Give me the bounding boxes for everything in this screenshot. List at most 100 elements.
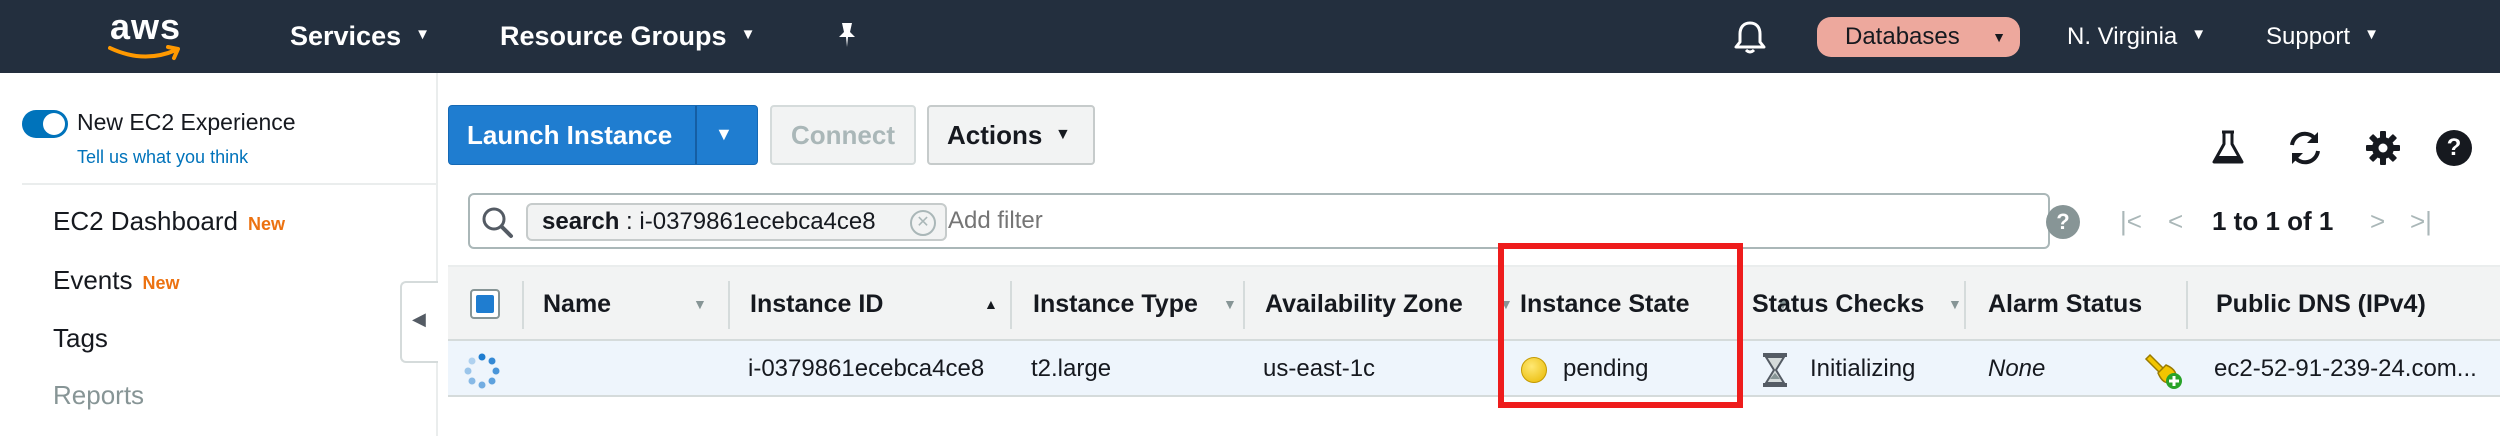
column-header-label: Name: [543, 290, 612, 318]
sidebar-item-label: Events: [53, 265, 133, 295]
new-badge: New: [142, 273, 180, 293]
actions-button[interactable]: Actions ▼: [927, 105, 1095, 165]
column-header-alarm-status[interactable]: Alarm Status: [1988, 267, 2188, 341]
launch-instance-button[interactable]: Launch Instance ▼: [448, 105, 758, 165]
search-filter-bar[interactable]: search : i-0379861ecebca4ce8 ✕: [468, 193, 2050, 249]
loading-spinner-icon: [464, 353, 500, 389]
next-page-icon[interactable]: >: [2370, 193, 2385, 249]
filter-token-key: search: [542, 208, 620, 235]
column-header-label: Instance ID: [750, 290, 884, 318]
cell-public-dns[interactable]: ec2-52-91-239-24.com...: [2214, 341, 2477, 397]
sort-icon: ▼: [1948, 296, 1962, 312]
databases-pill[interactable]: Databases ▼: [1817, 17, 2020, 57]
sidebar-item-tags[interactable]: Tags: [53, 323, 108, 354]
chevron-down-icon: ▼: [740, 26, 756, 44]
chevron-down-icon: ▼: [415, 26, 430, 44]
previous-page-icon[interactable]: <: [2168, 193, 2183, 249]
sidebar-item-events[interactable]: Events New: [53, 265, 180, 296]
column-header-instance-id[interactable]: Instance ID ▲: [750, 267, 1020, 341]
feedback-link[interactable]: Tell us what you think: [77, 147, 248, 168]
flask-icon[interactable]: [2208, 128, 2248, 168]
last-page-icon[interactable]: >|: [2410, 193, 2432, 249]
column-header-label: Status Checks: [1752, 290, 1925, 318]
services-label: Services: [290, 21, 402, 51]
search-icon: [482, 207, 513, 238]
button-divider: [695, 106, 697, 164]
sidebar-collapse-handle[interactable]: ◀: [400, 281, 438, 363]
region-label: N. Virginia: [2067, 23, 2178, 50]
column-divider[interactable]: [1010, 281, 1012, 329]
sidebar-item-label: Reports: [53, 380, 145, 410]
add-filter-input[interactable]: [948, 195, 1468, 247]
column-divider[interactable]: [522, 281, 524, 329]
actions-label: Actions: [947, 120, 1043, 150]
region-menu[interactable]: N. Virginia ▼: [2067, 0, 2206, 73]
launch-instance-label: Launch Instance: [467, 120, 673, 150]
chevron-left-icon: ◀: [412, 309, 426, 329]
remove-filter-icon[interactable]: ✕: [910, 210, 936, 236]
cell-alarm-status: None: [1988, 355, 2046, 382]
chevron-down-icon[interactable]: ▼: [715, 124, 733, 145]
cell-instance-type: t2.large: [1031, 355, 1112, 382]
select-all-checkbox[interactable]: [470, 289, 500, 319]
services-menu[interactable]: Services ▼: [290, 0, 430, 73]
column-divider[interactable]: [1964, 281, 1966, 329]
column-divider[interactable]: [728, 281, 730, 329]
column-header-label: Availability Zone: [1265, 290, 1463, 318]
aws-smile-icon: [108, 45, 180, 60]
column-header-instance-type[interactable]: Instance Type ▼: [1033, 267, 1243, 341]
column-header-name[interactable]: Name ▼: [543, 267, 713, 341]
column-header-label: Instance Type: [1033, 290, 1198, 318]
chevron-down-icon: ▼: [2191, 26, 2207, 44]
bell-icon[interactable]: [1733, 19, 1767, 55]
connect-button[interactable]: Connect: [770, 105, 916, 165]
support-menu[interactable]: Support ▼: [2266, 0, 2379, 73]
support-label: Support: [2266, 23, 2351, 50]
aws-logo[interactable]: aws: [100, 6, 190, 66]
checkbox-indeterminate-mark: [476, 295, 494, 313]
sidebar-item-reports[interactable]: Reports: [53, 380, 144, 411]
column-header-availability-zone[interactable]: Availability Zone ▼: [1265, 267, 1515, 341]
sort-ascending-icon: ▲: [984, 296, 998, 312]
pagination-text: 1 to 1 of 1: [2212, 206, 2334, 236]
chevron-down-icon: ▼: [1992, 29, 2006, 45]
hourglass-icon: [1763, 353, 1787, 387]
new-experience-toggle[interactable]: [22, 110, 68, 138]
sidebar-divider: [22, 183, 438, 185]
column-divider[interactable]: [1243, 281, 1245, 329]
chevron-down-icon: ▼: [1055, 126, 1071, 143]
cell-availability-zone: us-east-1c: [1263, 355, 1376, 382]
top-navigation-bar: aws Services ▼ Resource Groups ▼ Databases…: [0, 0, 2500, 73]
resource-groups-menu[interactable]: Resource Groups ▼: [500, 0, 755, 73]
sort-icon: ▼: [1223, 296, 1237, 312]
column-divider[interactable]: [2186, 281, 2188, 329]
filter-token-value: i-0379861ecebca4ce8: [639, 208, 876, 235]
table-header: Name ▼ Instance ID ▲ Instance Type ▼ Ava…: [448, 265, 2500, 341]
help-icon[interactable]: ?: [2436, 130, 2472, 166]
column-header-label: Public DNS (IPv4): [2216, 290, 2426, 318]
column-header-status-checks[interactable]: Status Checks ▼: [1752, 267, 1972, 341]
table-row[interactable]: i-0379861ecebca4ce8 t2.large us-east-1c …: [448, 341, 2500, 397]
column-header-label: Alarm Status: [1988, 290, 2143, 318]
cell-status-checks: Initializing: [1810, 355, 1916, 382]
toggle-knob: [43, 113, 65, 135]
sidebar-item-ec2-dashboard[interactable]: EC2 Dashboard New: [53, 206, 285, 237]
gear-icon[interactable]: [2363, 128, 2403, 168]
sidebar: New EC2 Experience Tell us what you thin…: [0, 73, 438, 436]
aws-logo-text: aws: [110, 6, 182, 47]
databases-label: Databases: [1845, 23, 1960, 50]
column-header-public-dns[interactable]: Public DNS (IPv4): [2216, 267, 2496, 341]
new-experience-label: New EC2 Experience: [77, 109, 296, 135]
search-help-icon[interactable]: ?: [2046, 205, 2080, 239]
chevron-down-icon: ▼: [2364, 26, 2379, 44]
refresh-icon[interactable]: [2285, 128, 2325, 168]
create-alarm-icon[interactable]: [2144, 351, 2184, 391]
filter-token[interactable]: search : i-0379861ecebca4ce8 ✕: [526, 203, 947, 241]
cell-instance-id[interactable]: i-0379861ecebca4ce8: [748, 341, 984, 397]
first-page-icon[interactable]: |<: [2120, 193, 2142, 249]
resource-groups-label: Resource Groups: [500, 21, 727, 51]
new-badge: New: [248, 214, 286, 234]
sidebar-item-label: EC2 Dashboard: [53, 206, 238, 236]
sidebar-item-label: Tags: [53, 323, 108, 353]
pin-icon[interactable]: [832, 20, 862, 50]
